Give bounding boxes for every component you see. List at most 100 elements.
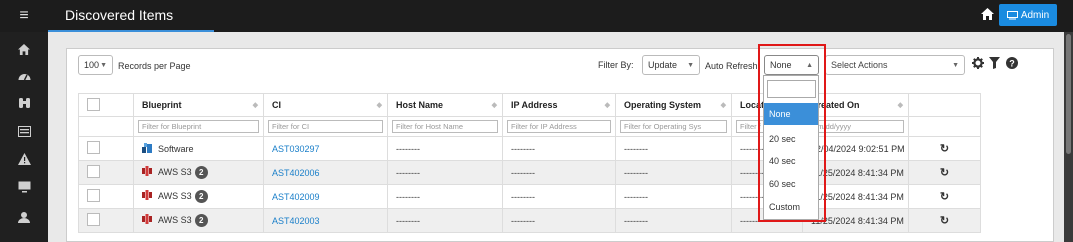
operating-system-cell: -------- <box>615 136 732 161</box>
ci-cell: AST402003 <box>263 208 388 233</box>
top-bar: ≡ Discovered Items Admin <box>0 0 1073 32</box>
scrollbar-thumb[interactable] <box>1066 34 1071 154</box>
help-icon[interactable]: ? <box>1006 57 1018 71</box>
aws-s3-icon <box>142 190 152 200</box>
sidebar <box>0 32 48 242</box>
filter-cell: Filter for Host Name <box>387 116 503 137</box>
actions-cell: ↻ <box>908 184 981 209</box>
page-title: Discovered Items <box>65 7 174 23</box>
ci-link[interactable]: AST030297 <box>272 144 320 154</box>
filter-ci-input[interactable]: Filter for CI <box>268 120 383 133</box>
filter-by-value: Update <box>648 60 678 70</box>
blueprint-text: AWS S3 <box>158 215 192 225</box>
table-row[interactable]: AWS S3 2 AST402003 -------- -------- ----… <box>78 208 981 233</box>
column-header-blueprint[interactable]: Blueprint ◆ <box>133 93 264 117</box>
ci-cell: AST030297 <box>263 136 388 161</box>
discovered-items-table: Blueprint ◆ CI ◆ Host Name ◆ IP Address ◆ Op… <box>78 93 981 233</box>
column-label: Operating System <box>624 100 702 110</box>
blueprint-text: AWS S3 <box>158 191 192 201</box>
ci-cell: AST402006 <box>263 160 388 185</box>
sort-icon: ◆ <box>720 102 726 109</box>
auto-refresh-label: Auto Refresh <box>705 61 758 71</box>
column-header-ci[interactable]: CI ◆ <box>263 93 388 117</box>
select-actions-dropdown[interactable]: Select Actions ▼ <box>825 55 965 75</box>
table-row[interactable]: Software AST030297 -------- -------- ---… <box>78 136 981 161</box>
column-header-ip-address[interactable]: IP Address ◆ <box>502 93 616 117</box>
gear-icon[interactable] <box>972 57 984 71</box>
filter-operating-system-input[interactable]: Filter for Operating Sys <box>620 120 727 133</box>
count-badge: 2 <box>194 214 208 227</box>
filter-by-select[interactable]: Update ▼ <box>642 55 700 75</box>
row-checkbox[interactable] <box>87 189 100 202</box>
hamburger-menu-icon[interactable]: ≡ <box>0 0 48 32</box>
filter-blueprint-input[interactable]: Filter for Blueprint <box>138 120 259 133</box>
dashboard-icon[interactable] <box>0 62 48 88</box>
filter-icon[interactable] <box>989 57 1000 71</box>
column-header-operating-system[interactable]: Operating System ◆ <box>615 93 732 117</box>
row-select-cell <box>78 208 134 233</box>
ip-address-cell: -------- <box>502 160 616 185</box>
admin-label: Admin <box>1020 9 1050 21</box>
binoculars-icon[interactable] <box>0 90 48 116</box>
count-badge: 2 <box>194 166 208 179</box>
blueprint-cell: Software <box>133 136 264 161</box>
page-scrollbar[interactable] <box>1064 32 1073 242</box>
ci-link[interactable]: AST402003 <box>272 216 320 226</box>
blueprint-text: AWS S3 <box>158 167 192 177</box>
highlight-box <box>758 44 826 222</box>
actions-cell: ↻ <box>908 160 981 185</box>
row-select-cell <box>78 136 134 161</box>
row-checkbox[interactable] <box>87 213 100 226</box>
ip-address-cell: -------- <box>502 136 616 161</box>
blueprint-cell: AWS S3 2 <box>133 160 264 185</box>
ip-address-cell: -------- <box>502 208 616 233</box>
header-row: Blueprint ◆ CI ◆ Host Name ◆ IP Address ◆ Op… <box>78 93 981 117</box>
column-label: CI <box>272 100 281 110</box>
table-row[interactable]: AWS S3 2 AST402009 -------- -------- ----… <box>78 184 981 209</box>
row-checkbox[interactable] <box>87 165 100 178</box>
blueprint-text: Software <box>158 144 194 154</box>
operating-system-cell: -------- <box>615 184 732 209</box>
host-name-cell: -------- <box>387 184 503 209</box>
column-header-host-name[interactable]: Host Name ◆ <box>387 93 503 117</box>
records-per-page-select[interactable]: 100 ▼ <box>78 55 113 75</box>
operating-system-cell: -------- <box>615 208 732 233</box>
refresh-icon[interactable]: ↻ <box>917 142 972 155</box>
filter-by-label: Filter By: <box>598 60 634 70</box>
aws-s3-icon <box>142 214 152 224</box>
select-all-cell <box>78 93 134 117</box>
ip-address-cell: -------- <box>502 184 616 209</box>
table-row[interactable]: AWS S3 2 AST402006 -------- -------- ----… <box>78 160 981 185</box>
records-per-page-value: 100 <box>84 60 100 70</box>
actions-cell: ↻ <box>908 208 981 233</box>
chevron-down-icon: ▼ <box>100 61 107 69</box>
filter-ip-address-input[interactable]: Filter for IP Address <box>507 120 611 133</box>
svg-text:?: ? <box>1009 58 1015 68</box>
refresh-icon[interactable]: ↻ <box>917 166 972 179</box>
refresh-icon[interactable]: ↻ <box>917 214 972 227</box>
row-checkbox[interactable] <box>87 141 100 154</box>
warning-icon[interactable] <box>0 146 48 172</box>
home-icon[interactable] <box>0 36 48 62</box>
filter-row: Filter for Blueprint Filter for CI Filte… <box>78 116 981 137</box>
sort-icon: ◆ <box>491 102 497 109</box>
host-name-cell: -------- <box>387 136 503 161</box>
count-badge: 2 <box>194 190 208 203</box>
filter-cell: Filter for Operating Sys <box>615 116 732 137</box>
select-all-checkbox[interactable] <box>87 97 100 111</box>
ci-link[interactable]: AST402006 <box>272 168 320 178</box>
monitor-icon[interactable] <box>0 174 48 200</box>
filter-cell: Filter for CI <box>263 116 388 137</box>
ci-link[interactable]: AST402009 <box>272 192 320 202</box>
admin-button[interactable]: Admin <box>999 4 1057 26</box>
host-name-cell: -------- <box>387 160 503 185</box>
chevron-down-icon: ▼ <box>952 61 959 69</box>
home-icon[interactable] <box>981 8 994 23</box>
list-icon[interactable] <box>0 118 48 144</box>
user-icon[interactable] <box>0 204 48 230</box>
software-icon <box>142 143 152 153</box>
filter-host-name-input[interactable]: Filter for Host Name <box>392 120 498 133</box>
sort-icon: ◆ <box>897 102 903 109</box>
refresh-icon[interactable]: ↻ <box>917 190 972 203</box>
chevron-down-icon: ▼ <box>687 61 694 69</box>
